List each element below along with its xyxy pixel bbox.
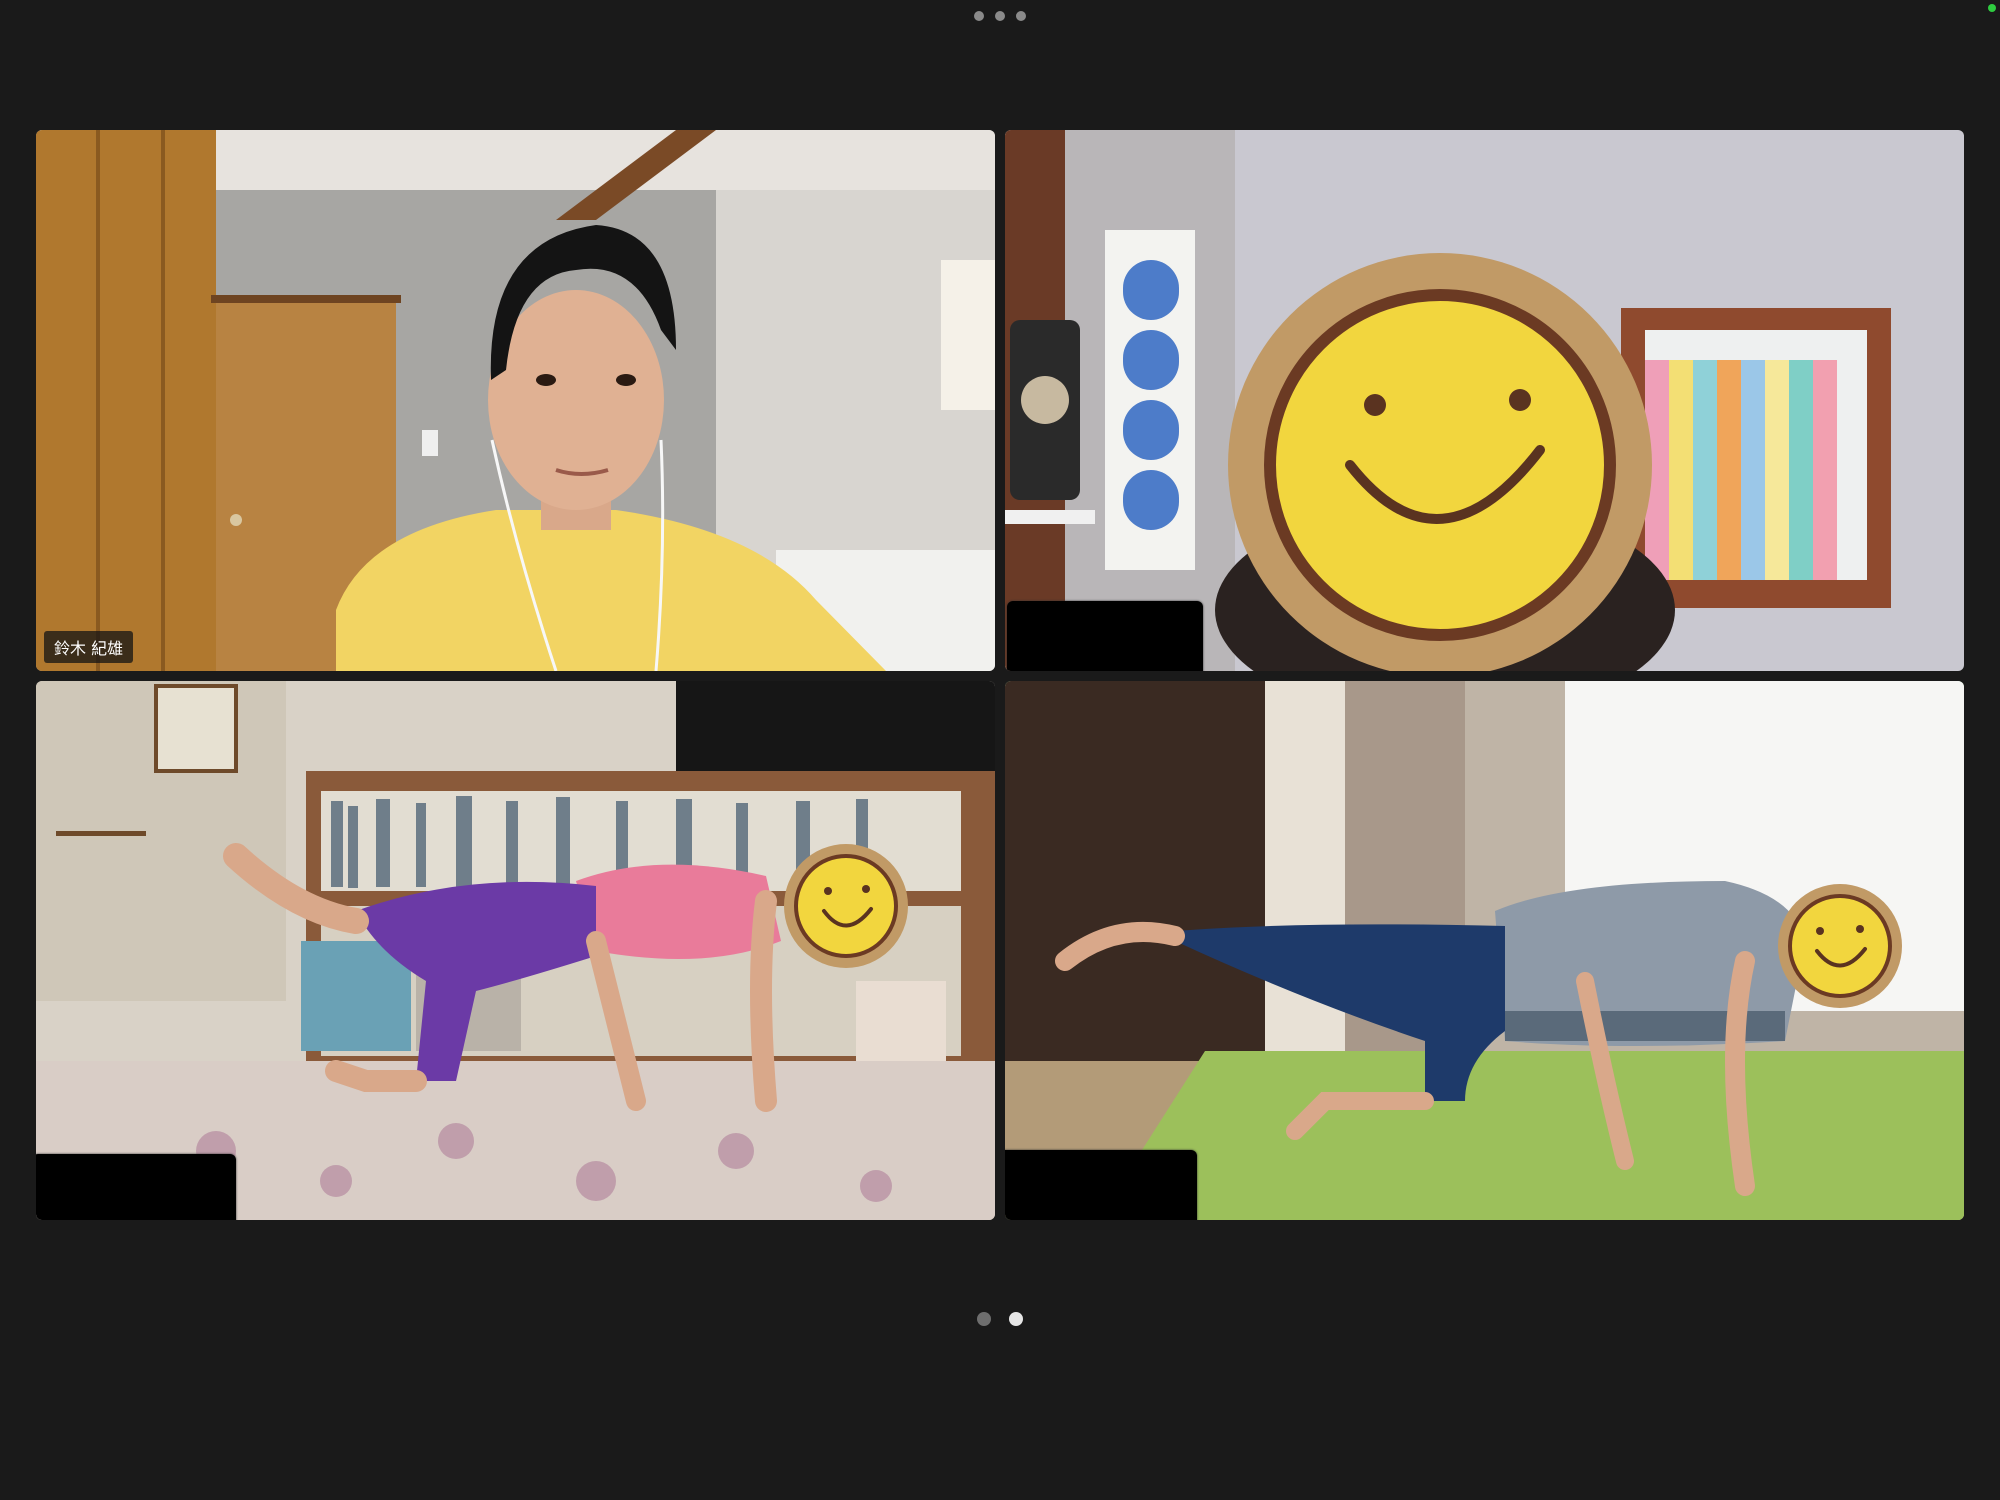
more-options-button[interactable] [974, 6, 1026, 26]
video-tile-participant-4[interactable] [1005, 681, 1964, 1220]
video-tile-participant-3[interactable] [36, 681, 995, 1220]
video-tile-participant-1[interactable]: 鈴木 紀雄 [36, 130, 995, 671]
page-indicator-2[interactable] [1009, 1312, 1023, 1326]
gallery-pagination [0, 1312, 2000, 1326]
ellipsis-dot [1016, 11, 1026, 21]
ellipsis-dot [995, 11, 1005, 21]
redacted-name-label [1005, 1150, 1197, 1220]
redacted-name-label [36, 1154, 236, 1220]
ellipsis-dot [974, 11, 984, 21]
meeting-gallery-view: 鈴木 紀雄 [0, 0, 2000, 1500]
redacted-name-label [1007, 601, 1203, 671]
participant-name-label: 鈴木 紀雄 [44, 631, 134, 663]
page-indicator-1[interactable] [977, 1312, 991, 1326]
video-feed [1005, 681, 1964, 1220]
video-feed [36, 130, 995, 671]
video-feed [1005, 130, 1964, 671]
video-tile-participant-2[interactable] [1005, 130, 1964, 671]
video-feed [36, 681, 995, 1220]
status-indicator-icon [1988, 4, 1996, 12]
